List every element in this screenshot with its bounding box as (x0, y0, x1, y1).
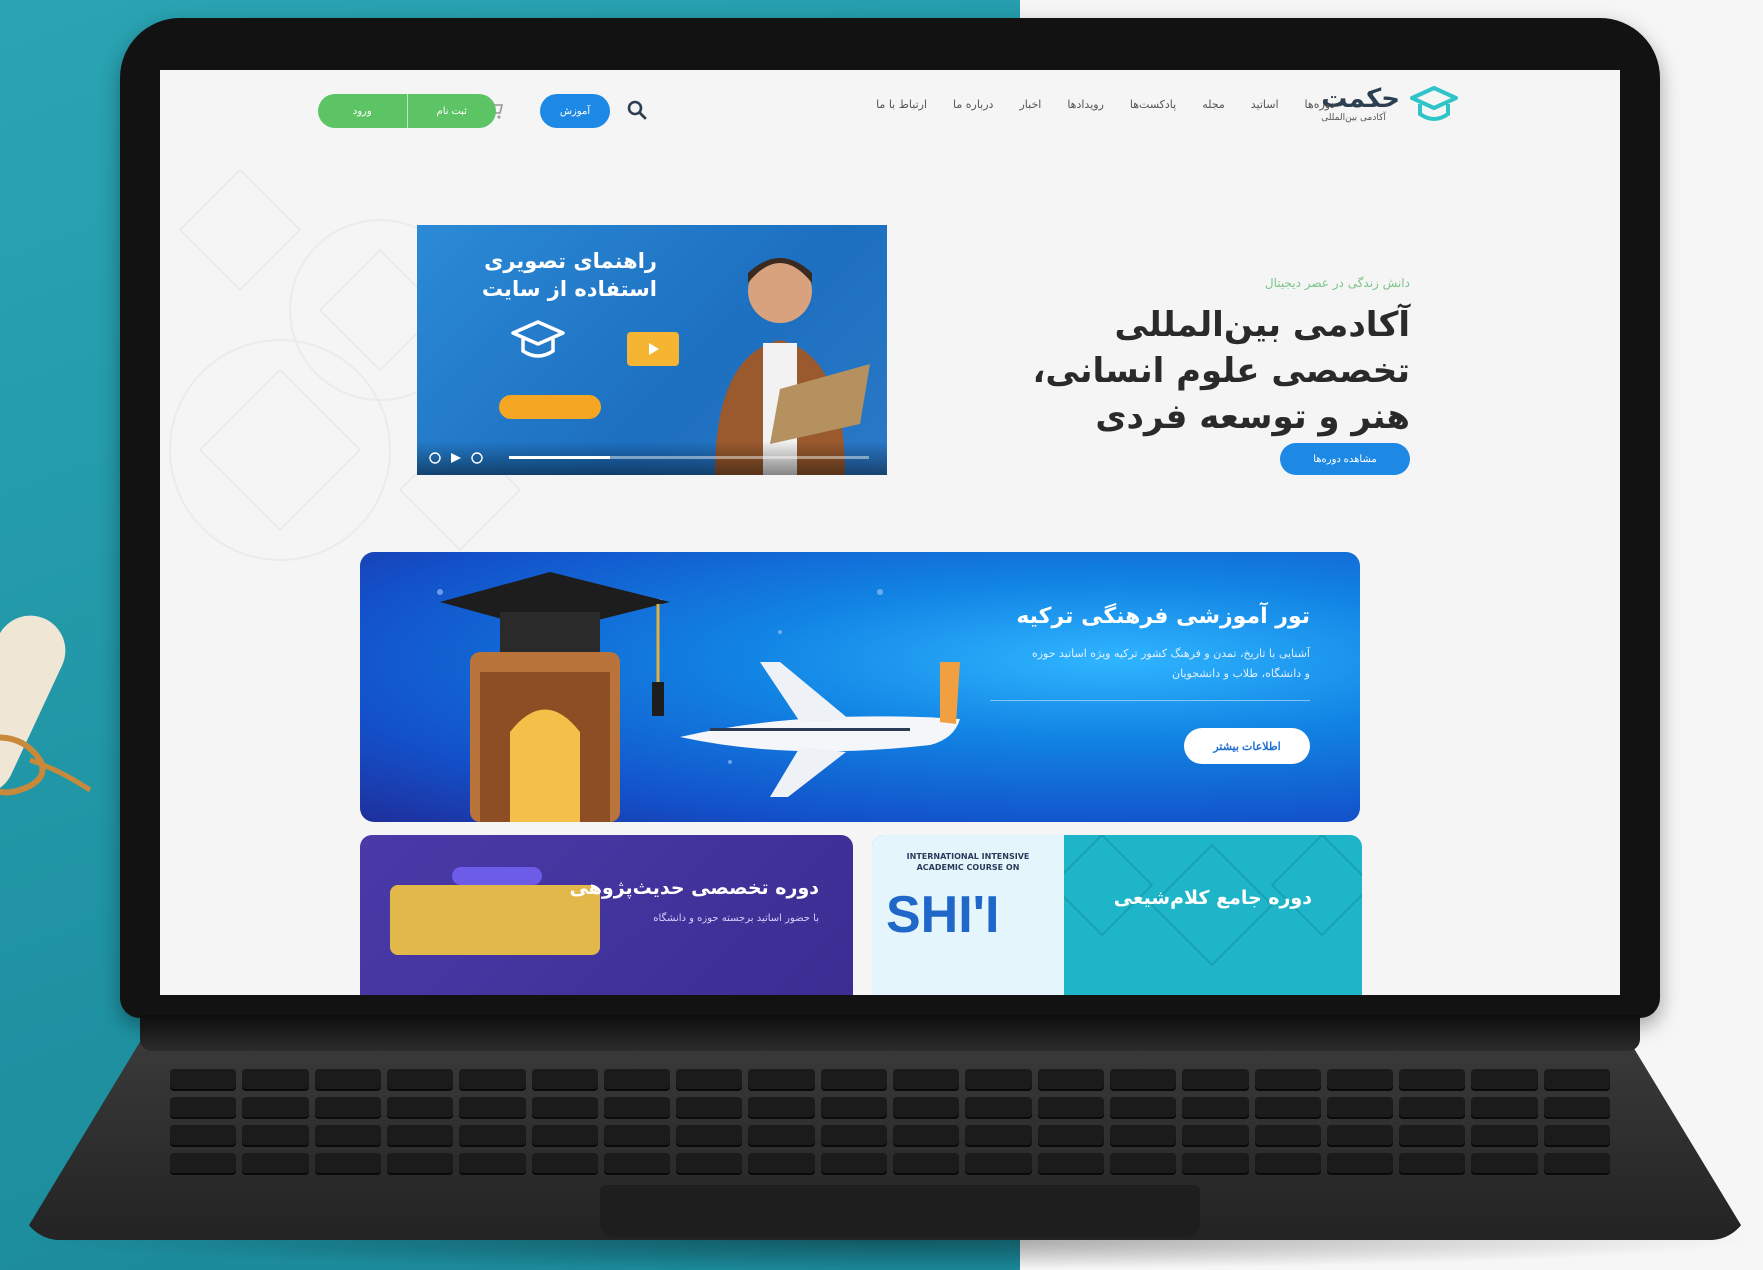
hadith-course-description: با حضور اساتید برجسته حوزه و دانشگاه (653, 913, 819, 924)
nav-item-magazine[interactable]: مجله (1202, 98, 1225, 111)
site-logo[interactable]: حکمت آکادمی بین‌المللی (1321, 82, 1460, 126)
player-control-icons[interactable] (429, 451, 489, 465)
video-progress-fill (509, 456, 610, 459)
signup-button[interactable]: ثبت نام (408, 94, 497, 128)
hadith-course-card[interactable]: دوره تخصصی حدیث‌پژوهی با حضور اساتید برج… (360, 835, 853, 995)
video-player[interactable]: راهنمای تصویری استفاده از سایت (417, 225, 887, 475)
laptop-hinge (140, 1015, 1640, 1051)
diploma-scroll-image (0, 615, 92, 796)
education-pill-button[interactable]: آموزش (540, 94, 610, 128)
video-controls-bar (417, 441, 887, 475)
hero-title: آکادمی بین‌المللی تخصصی علوم انسانی، هنر… (1032, 305, 1410, 437)
video-progress-bar[interactable] (509, 456, 869, 459)
geometric-pattern-decoration (1062, 835, 1362, 967)
laptop-trackpad (600, 1185, 1200, 1237)
play-button[interactable] (627, 332, 679, 366)
graduation-cap-and-airplane-illustration (437, 572, 960, 822)
banner-description: آشنایی با تاریخ، تمدن و فرهنگ کشور ترکیه… (1031, 647, 1310, 680)
login-button[interactable]: ورود (318, 94, 407, 128)
video-badge-pill (499, 395, 601, 419)
turkey-tour-banner[interactable]: تور آموزشی فرهنگی ترکیه آشنایی با تاریخ،… (360, 552, 1360, 822)
banner-title: تور آموزشی فرهنگی ترکیه (1016, 604, 1310, 629)
course-tag-badge (452, 867, 542, 885)
nav-item-teachers[interactable]: اساتید (1251, 98, 1279, 111)
nav-item-events[interactable]: رویدادها (1067, 98, 1104, 111)
keyboard (130, 1065, 1650, 1175)
main-navigation: دوره‌ها اساتید مجله پادکست‌ها رویدادها ا… (876, 98, 1335, 111)
graduation-cap-logo-icon (1410, 86, 1458, 121)
play-icon (649, 343, 659, 355)
laptop-screen: حکمت آکادمی بین‌المللی دوره‌ها اساتید مج… (160, 70, 1620, 995)
search-icon[interactable] (627, 100, 647, 120)
hero-subtitle: دانش زندگی در عصر دیجیتال (1264, 276, 1410, 290)
auth-button-group: ثبت نام ورود (318, 94, 496, 128)
graduation-cap-icon (511, 320, 565, 358)
poster-english-heading: INTERNATIONAL INTENSIVE ACADEMIC COURSE … (906, 852, 1030, 872)
kalam-course-card[interactable]: INTERNATIONAL INTENSIVE ACADEMIC COURSE … (872, 835, 1362, 995)
nav-item-about[interactable]: درباره ما (953, 98, 993, 111)
more-info-button[interactable]: اطلاعات بیشتر (1184, 728, 1310, 764)
nav-item-news[interactable]: اخبار (1019, 98, 1041, 111)
kalam-course-poster: INTERNATIONAL INTENSIVE ACADEMIC COURSE … (872, 835, 1064, 995)
poster-english-title: SHI'I (886, 886, 1000, 944)
nav-item-courses[interactable]: دوره‌ها (1305, 98, 1335, 111)
hadith-course-title: دوره تخصصی حدیث‌پژوهی (569, 877, 819, 899)
video-title: راهنمای تصویری استفاده از سایت (481, 249, 657, 301)
site-header: حکمت آکادمی بین‌المللی دوره‌ها اساتید مج… (160, 70, 1620, 160)
nav-item-podcasts[interactable]: پادکست‌ها (1130, 98, 1176, 111)
man-with-laptop-image (715, 258, 870, 475)
view-courses-button[interactable]: مشاهده دوره‌ها (1280, 443, 1410, 475)
nav-item-contact[interactable]: ارتباط با ما (876, 98, 927, 111)
kalam-course-title: دوره جامع کلام‌شیعی (1113, 887, 1312, 909)
logo-subtitle: آکادمی بین‌المللی (1321, 113, 1386, 123)
banner-divider (990, 700, 1310, 701)
auth-divider (406, 94, 408, 128)
